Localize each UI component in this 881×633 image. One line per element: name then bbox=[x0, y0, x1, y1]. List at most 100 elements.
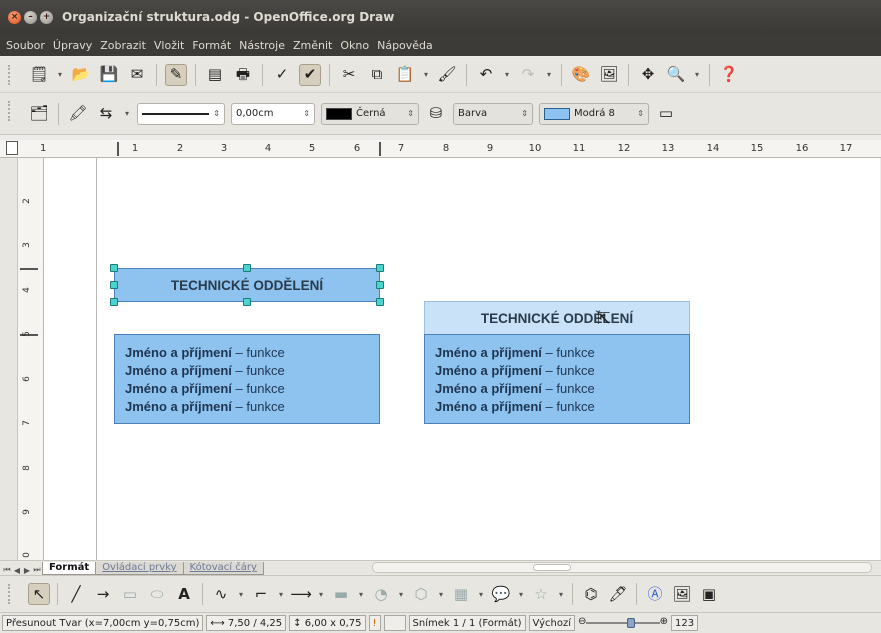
chevron-down-icon[interactable]: ▾ bbox=[357, 590, 365, 599]
flowchart-icon[interactable]: ▦ bbox=[450, 583, 472, 605]
tab-format[interactable]: Formát bbox=[42, 562, 97, 575]
chevron-down-icon[interactable]: ▾ bbox=[422, 70, 430, 79]
print-icon[interactable]: 🖶 bbox=[232, 64, 254, 86]
styles-icon[interactable]: 🗂 bbox=[28, 103, 50, 125]
chevron-down-icon[interactable]: ▾ bbox=[397, 590, 405, 599]
selection-handle[interactable] bbox=[376, 264, 384, 272]
lines-arrows-icon[interactable]: ⟶ bbox=[290, 583, 312, 605]
close-window-button[interactable]: × bbox=[8, 11, 21, 24]
copy-icon[interactable]: ⧉ bbox=[366, 64, 388, 86]
zoom-slider[interactable]: ⊖ ⊕ bbox=[578, 615, 668, 631]
first-tab-icon[interactable]: ⏮ bbox=[2, 565, 12, 575]
curve-icon[interactable]: ∿ bbox=[210, 583, 232, 605]
chevron-down-icon[interactable]: ▾ bbox=[557, 590, 565, 599]
clone-formatting-icon[interactable]: 🖌 bbox=[436, 64, 458, 86]
selection-handle[interactable] bbox=[376, 298, 384, 306]
department-title-box-selected[interactable]: TECHNICKÉ ODDĚLENÍ bbox=[114, 268, 380, 302]
paste-icon[interactable]: 📋 bbox=[394, 64, 416, 86]
chevron-down-icon[interactable]: ▾ bbox=[277, 590, 285, 599]
line-width-field[interactable]: 0,00cm ⇕ bbox=[231, 102, 315, 125]
extrusion-icon[interactable]: ▣ bbox=[698, 583, 720, 605]
menu-zobrazit[interactable]: Zobrazit bbox=[96, 39, 150, 52]
chevron-down-icon[interactable]: ▾ bbox=[477, 590, 485, 599]
edit-mode-icon[interactable]: ✎ bbox=[165, 63, 187, 86]
chevron-down-icon[interactable]: ▾ bbox=[517, 590, 525, 599]
selection-handle[interactable] bbox=[243, 298, 251, 306]
scrollbar-thumb[interactable] bbox=[533, 564, 571, 571]
chevron-down-icon[interactable]: ▾ bbox=[123, 109, 131, 118]
staff-list-box[interactable]: Jméno a příjmení – funkce Jméno a příjme… bbox=[424, 334, 690, 424]
spellcheck-icon[interactable]: ✓ bbox=[271, 64, 293, 86]
chevron-down-icon[interactable]: ▾ bbox=[56, 70, 64, 79]
tab-kotovaci-cary[interactable]: Kótovací čáry bbox=[182, 562, 264, 575]
line-style-select[interactable]: ⇕ bbox=[137, 102, 225, 125]
chevron-down-icon[interactable]: ▾ bbox=[317, 590, 325, 599]
menu-nastroje[interactable]: Nástroje bbox=[235, 39, 289, 52]
prev-tab-icon[interactable]: ◀ bbox=[12, 566, 22, 575]
area-style-select[interactable]: Barva ⇕ bbox=[453, 102, 533, 125]
rectangles-icon[interactable]: ▬ bbox=[330, 583, 352, 605]
image-icon[interactable]: 🖼 bbox=[598, 64, 620, 86]
open-folder-icon[interactable]: 📂 bbox=[70, 64, 92, 86]
menu-format[interactable]: Formát bbox=[188, 39, 235, 52]
chevron-down-icon[interactable]: ▾ bbox=[437, 590, 445, 599]
undo-icon[interactable]: ↶ bbox=[475, 64, 497, 86]
zoom-knob[interactable] bbox=[626, 618, 635, 628]
shadow-icon[interactable]: ▭ bbox=[655, 103, 677, 125]
ellipse-icon[interactable]: ⬭ bbox=[146, 583, 168, 605]
export-pdf-icon[interactable]: ▤ bbox=[204, 64, 226, 86]
circles-icon[interactable]: ◔ bbox=[370, 583, 392, 605]
text-tool-icon[interactable]: A bbox=[173, 583, 195, 605]
chevron-down-icon[interactable]: ▾ bbox=[503, 70, 511, 79]
selection-handle[interactable] bbox=[243, 264, 251, 272]
chevron-down-icon[interactable]: ▾ bbox=[693, 70, 701, 79]
redo-icon[interactable]: ↷ bbox=[517, 64, 539, 86]
connector-icon[interactable]: ⌐ bbox=[250, 583, 272, 605]
horizontal-scrollbar[interactable] bbox=[372, 562, 872, 573]
help-icon[interactable]: ❓ bbox=[718, 64, 740, 86]
autospellcheck-icon[interactable]: ✔ bbox=[299, 63, 321, 86]
basic-shapes-icon[interactable]: ⬡ bbox=[410, 583, 432, 605]
selection-handle[interactable] bbox=[110, 281, 118, 289]
tab-ovladaci-prvky[interactable]: Ovládací prvky bbox=[95, 562, 184, 575]
department-title-box-drag-preview[interactable]: TECHNICKÉ ODDĚLENÍ bbox=[424, 301, 690, 335]
menu-soubor[interactable]: Soubor bbox=[2, 39, 49, 52]
fontwork-icon[interactable]: Ⓐ bbox=[644, 583, 666, 605]
area-fill-icon[interactable]: ⛁ bbox=[425, 103, 447, 125]
zoom-in-icon[interactable]: ⊕ bbox=[660, 616, 668, 627]
points-icon[interactable]: ⌬ bbox=[580, 583, 602, 605]
menu-vlozit[interactable]: Vložit bbox=[150, 39, 188, 52]
line-color-select[interactable]: Černá ⇕ bbox=[321, 102, 419, 125]
vertical-ruler[interactable]: 2 3 4 5 6 7 8 9 0 bbox=[18, 158, 44, 560]
callouts-icon[interactable]: 💬 bbox=[490, 583, 512, 605]
chart-icon[interactable]: 🎨 bbox=[570, 64, 592, 86]
glue-points-icon[interactable]: 🖊 bbox=[607, 583, 629, 605]
minimize-window-button[interactable]: – bbox=[24, 11, 37, 24]
toolbar-grip[interactable] bbox=[8, 584, 12, 604]
rectangle-icon[interactable]: ▭ bbox=[119, 583, 141, 605]
document-modified-icon[interactable]: ! bbox=[368, 615, 381, 631]
email-icon[interactable]: ✉ bbox=[126, 64, 148, 86]
menu-okno[interactable]: Okno bbox=[336, 39, 373, 52]
horizontal-ruler[interactable]: 1 1 2 3 4 5 6 7 8 9 10 11 12 13 14 15 16… bbox=[0, 140, 881, 158]
arrow-style-icon[interactable]: ⇆ bbox=[95, 103, 117, 125]
digital-signature-field[interactable] bbox=[383, 615, 406, 631]
chevron-down-icon[interactable]: ▾ bbox=[545, 70, 553, 79]
insert-image-icon[interactable]: 🖼 bbox=[671, 583, 693, 605]
arrow-line-icon[interactable]: → bbox=[92, 583, 114, 605]
chevron-down-icon[interactable]: ▾ bbox=[237, 590, 245, 599]
next-tab-icon[interactable]: ▶ bbox=[22, 566, 32, 575]
zoom-icon[interactable]: 🔍 bbox=[665, 64, 687, 86]
area-color-select[interactable]: Modrá 8 ⇕ bbox=[539, 102, 649, 125]
margin-marker[interactable] bbox=[117, 142, 119, 156]
selection-handle[interactable] bbox=[376, 281, 384, 289]
save-icon[interactable]: 💾 bbox=[98, 64, 120, 86]
select-arrow-icon[interactable]: ↖ bbox=[28, 583, 50, 605]
last-tab-icon[interactable]: ⏭ bbox=[32, 565, 42, 575]
stars-icon[interactable]: ☆ bbox=[530, 583, 552, 605]
toolbar-grip[interactable] bbox=[8, 101, 12, 121]
navigator-icon[interactable]: ✥ bbox=[637, 64, 659, 86]
margin-marker[interactable] bbox=[379, 142, 381, 156]
line-tool-icon[interactable]: ╱ bbox=[65, 583, 87, 605]
maximize-window-button[interactable]: + bbox=[40, 11, 53, 24]
